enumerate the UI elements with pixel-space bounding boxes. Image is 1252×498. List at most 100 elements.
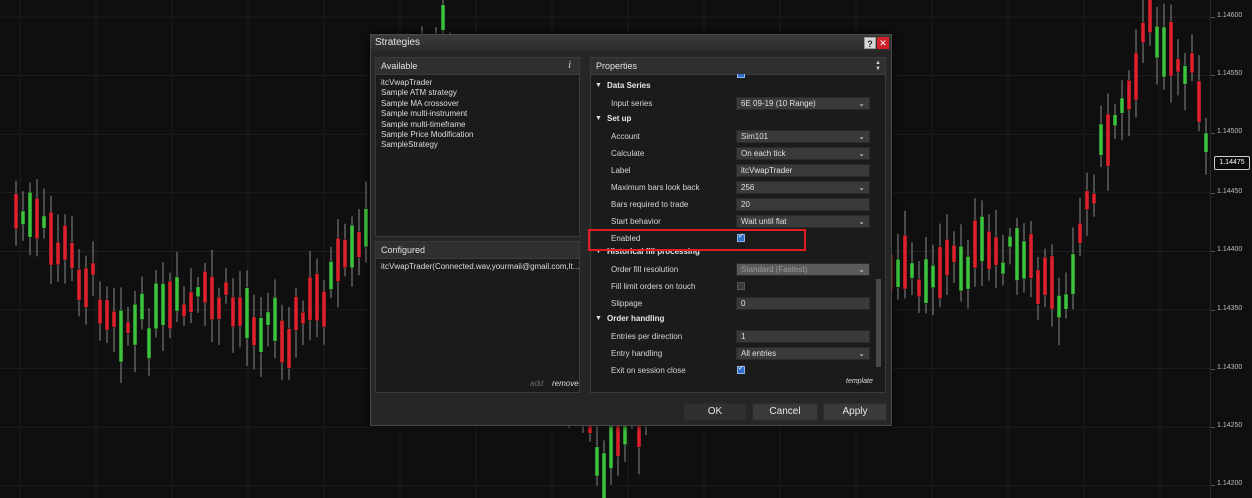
price-axis[interactable]: 1.14600 1.14550 1.14500 1.14450 1.14400 …: [1210, 0, 1252, 498]
candle-body: [594, 446, 600, 477]
candle-body: [1091, 193, 1097, 205]
list-item[interactable]: Sample multi-timeframe: [381, 120, 473, 130]
candle-body: [1126, 80, 1132, 110]
candle-body: [83, 267, 89, 308]
start-behavior-select[interactable]: Wait until flat ⌄: [736, 215, 870, 228]
slippage-input[interactable]: 0: [736, 297, 870, 310]
question-icon[interactable]: ?: [864, 37, 876, 49]
account-select[interactable]: Sim101 ⌄: [736, 130, 870, 143]
fill-limit-checkbox[interactable]: [737, 282, 745, 290]
candle-body: [132, 303, 138, 346]
price-tick: 1.14400: [1210, 246, 1243, 253]
configured-strategy-item[interactable]: itcVwapTrader(Connected.wav,yourmail@gma…: [381, 262, 579, 271]
dialog-title: Strategies: [375, 37, 421, 48]
properties-header: Properties ▲ ▼: [591, 58, 885, 75]
candle-body: [965, 256, 971, 290]
candle-body: [1168, 21, 1174, 77]
last-price-marker: 1.14475: [1214, 156, 1250, 170]
candle-body: [111, 310, 117, 328]
prop-order-fill: Order fill resolution Standard (Fastest)…: [591, 261, 874, 277]
candle-body: [167, 281, 173, 329]
candle-body: [1028, 233, 1034, 279]
category-set-up[interactable]: ▼ Set up: [591, 111, 874, 127]
list-item[interactable]: Sample Price Modification: [381, 130, 473, 140]
entries-input[interactable]: 1: [736, 330, 870, 343]
remove-link[interactable]: remove: [552, 379, 579, 388]
available-title: Available: [381, 61, 418, 71]
candle-body: [20, 210, 26, 225]
max-bars-select[interactable]: 256 ⌄: [736, 181, 870, 194]
properties-scrollbar[interactable]: [876, 279, 881, 367]
available-header: Available i: [376, 58, 579, 75]
add-link[interactable]: add: [530, 379, 543, 388]
candle-body: [265, 311, 271, 326]
label-input[interactable]: itcVwapTrader: [736, 164, 870, 177]
candle-body: [1063, 293, 1069, 310]
price-tick: 1.14600: [1210, 12, 1243, 19]
scroll-arrows-icon[interactable]: ▲ ▼: [874, 60, 882, 72]
apply-button[interactable]: Apply: [823, 403, 887, 421]
configured-title: Configured: [381, 245, 426, 255]
chevron-down-icon: ▼: [595, 82, 602, 89]
calculate-select[interactable]: On each tick ⌄: [736, 147, 870, 160]
candle-body: [160, 283, 166, 326]
list-item[interactable]: Sample multi-instrument: [381, 109, 473, 119]
prop-entry-handling: Entry handling All entries ⌄: [591, 345, 874, 361]
prop-account: Account Sim101 ⌄: [591, 128, 874, 144]
candle-body: [307, 276, 313, 321]
category-data-series[interactable]: ▼ Data Series: [591, 78, 874, 94]
order-fill-select[interactable]: Standard (Fastest) ⌄: [736, 263, 870, 276]
prop-fill-limit: Fill limit orders on touch: [591, 278, 874, 294]
properties-panel: Properties ▲▼ ▼ Data Series Input series…: [590, 57, 886, 393]
entry-handling-select[interactable]: All entries ⌄: [736, 347, 870, 360]
category-order-handling[interactable]: ▼ Order handling: [591, 311, 874, 327]
candle-body: [979, 216, 985, 262]
price-tick: 1.14450: [1210, 188, 1243, 195]
candle-body: [195, 286, 201, 298]
list-item[interactable]: Sample MA crossover: [381, 99, 473, 109]
list-item[interactable]: Sample ATM strategy: [381, 88, 473, 98]
configured-header: Configured: [376, 242, 579, 259]
candle-body: [34, 198, 40, 239]
candle-body: [48, 211, 54, 266]
candle-body: [363, 208, 369, 248]
candle-body: [1084, 190, 1090, 210]
candle-body: [335, 237, 341, 282]
candle-body: [356, 231, 362, 258]
properties-title: Properties: [596, 61, 638, 71]
dialog-titlebar[interactable]: Strategies ? ✕: [371, 35, 891, 51]
chevron-down-icon: ▼: [595, 115, 602, 122]
exit-session-checkbox[interactable]: [737, 364, 745, 374]
candle-body: [328, 261, 334, 290]
chevron-down-icon: ⌄: [858, 217, 865, 226]
candle-body: [55, 241, 61, 266]
candle-body: [251, 316, 257, 346]
cancel-button[interactable]: Cancel: [752, 403, 818, 421]
candle-body: [300, 311, 306, 325]
candle-body: [1147, 0, 1153, 33]
candle-body: [601, 452, 607, 498]
template-link[interactable]: template: [846, 378, 873, 385]
close-icon[interactable]: ✕: [877, 37, 889, 49]
prop-label: Label itcVwapTrader: [591, 162, 874, 178]
list-item[interactable]: itcVwapTrader: [381, 78, 473, 88]
bars-required-input[interactable]: 20: [736, 198, 870, 211]
list-item[interactable]: SampleStrategy: [381, 140, 473, 150]
candle-body: [153, 282, 159, 330]
candle-body: [902, 235, 908, 290]
candle-body: [993, 236, 999, 266]
ok-button[interactable]: OK: [684, 403, 746, 421]
price-tick: 1.14550: [1210, 70, 1243, 77]
price-tick: 1.14500: [1210, 128, 1243, 135]
candle-body: [944, 239, 950, 276]
candle-body: [1021, 240, 1027, 280]
candle-body: [104, 299, 110, 331]
candle-body: [188, 291, 194, 313]
candle-body: [1189, 52, 1195, 74]
candle-body: [1182, 65, 1188, 85]
info-icon[interactable]: i: [568, 60, 571, 71]
candle-body: [139, 293, 145, 320]
candle-body: [41, 215, 47, 229]
price-tick: 1.14200: [1210, 480, 1243, 487]
input-series-select[interactable]: 6E 09-19 (10 Range) ⌄: [736, 97, 870, 110]
